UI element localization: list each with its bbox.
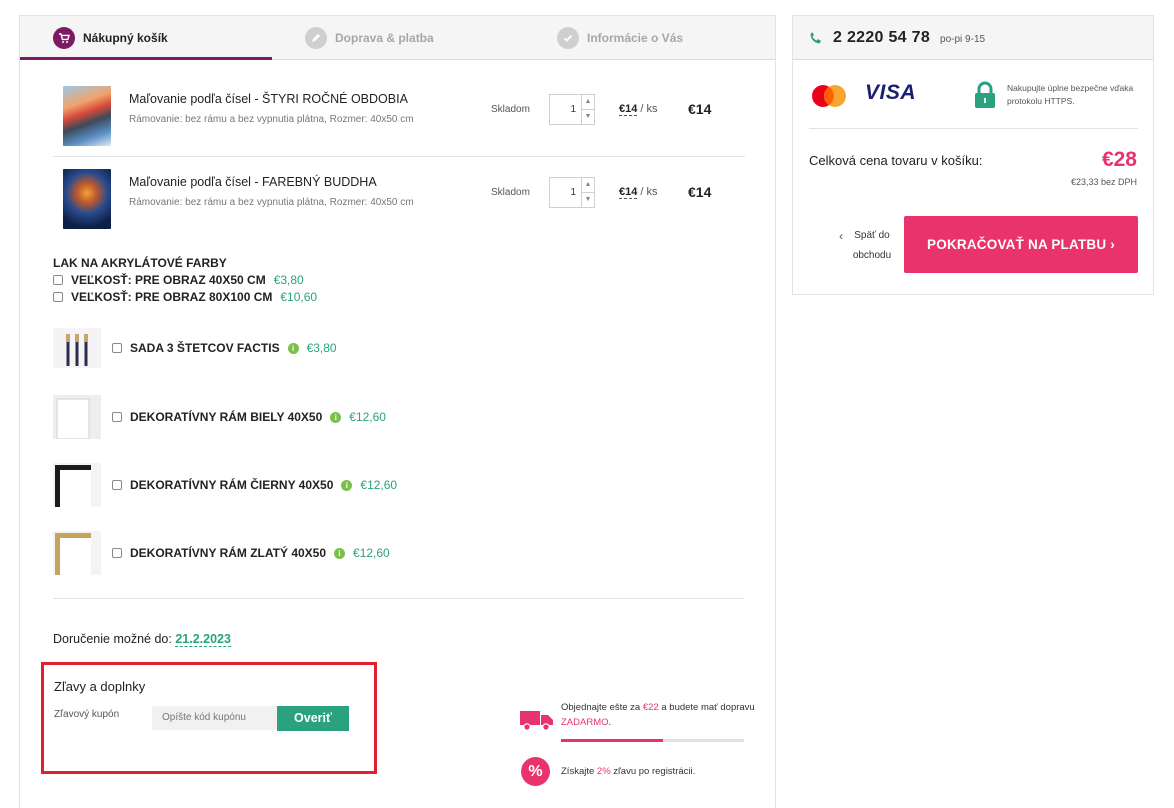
- pencil-icon: [305, 27, 327, 49]
- product-options: Rámovanie: bez rámu a bez vypnutia plátn…: [129, 114, 414, 125]
- checkbox[interactable]: [112, 480, 122, 490]
- discount-section: Zľavy a doplnky Zľavový kupón Opíšte kód…: [41, 662, 377, 774]
- percent-icon: %: [521, 757, 550, 786]
- free-shipping-progress: [561, 739, 744, 742]
- truck-icon: [520, 709, 554, 731]
- addon-item: DEKORATÍVNY RÁM BIELY 40X50 i €12,60: [53, 392, 553, 442]
- quantity-stepper[interactable]: 1 ▲ ▼: [549, 94, 595, 125]
- step-customer-info[interactable]: Informácie o Vás: [557, 16, 683, 60]
- white-frame-thumbnail: [53, 395, 101, 440]
- cart-icon: [53, 27, 75, 49]
- addon-label: SADA 3 ŠTETCOV FACTIS: [130, 341, 280, 355]
- option-price: €10,60: [280, 290, 318, 304]
- chevron-right-icon: ›: [1110, 237, 1115, 252]
- delivery-date[interactable]: 21.2.2023: [175, 632, 231, 647]
- discount-title: Zľavy a doplnky: [54, 679, 146, 694]
- cart-item: Maľovanie podľa čísel - FAREBNÝ BUDDHA R…: [53, 158, 745, 240]
- product-options: Rámovanie: bez rámu a bez vypnutia plátn…: [129, 197, 414, 208]
- black-frame-thumbnail: [53, 463, 101, 507]
- info-icon[interactable]: i: [287, 342, 299, 354]
- free-shipping-message: Objednajte ešte za €22 a budete mať dopr…: [561, 702, 755, 728]
- quantity-input[interactable]: 1: [550, 95, 581, 124]
- phone-icon: [809, 31, 823, 45]
- tree-painting-thumbnail[interactable]: [63, 86, 111, 146]
- continue-to-payment-button[interactable]: POKRAČOVAŤ NA PLATBU ›: [904, 216, 1138, 273]
- registration-discount-message: Získajte 2% zľavu po registrácii.: [561, 766, 696, 777]
- line-total: €14: [688, 184, 712, 200]
- phone-number[interactable]: 2 2220 54 78: [833, 29, 930, 47]
- unit-price: €14 / ks: [619, 186, 658, 199]
- step-shipping-payment[interactable]: Doprava & platba: [305, 16, 434, 60]
- addon-label: DEKORATÍVNY RÁM ZLATÝ 40X50: [130, 546, 327, 560]
- chevron-down-icon[interactable]: ▼: [582, 192, 594, 207]
- chevron-up-icon[interactable]: ▲: [582, 178, 594, 192]
- addon-label: DEKORATÍVNY RÁM ČIERNY 40X50: [130, 478, 334, 492]
- product-name[interactable]: Maľovanie podľa čísel - ŠTYRI ROČNÉ OBDO…: [129, 92, 408, 106]
- coupon-label: Zľavový kupón: [54, 709, 120, 720]
- delivery-estimate: Doručenie možné do: 21.2.2023: [53, 632, 231, 647]
- line-total: €14: [688, 101, 712, 117]
- cart-item: Maľovanie podľa čísel - ŠTYRI ROČNÉ OBDO…: [53, 75, 745, 157]
- addon-item: DEKORATÍVNY RÁM ČIERNY 40X50 i €12,60: [53, 460, 553, 510]
- divider: [53, 598, 744, 599]
- checkbox[interactable]: [53, 275, 63, 285]
- addon-price: €12,60: [360, 478, 398, 492]
- coupon-input[interactable]: Opíšte kód kupónu: [152, 706, 277, 730]
- option-price: €3,80: [273, 273, 304, 287]
- step-label: Informácie o Vás: [587, 31, 684, 45]
- info-icon[interactable]: i: [341, 479, 353, 491]
- stock-status: Skladom: [491, 104, 530, 115]
- brushes-thumbnail: [53, 328, 101, 368]
- total-price: €28: [1101, 148, 1137, 171]
- contact-bar: 2 2220 54 78 po-pi 9-15: [793, 16, 1153, 60]
- check-icon: [557, 27, 579, 49]
- varnish-option[interactable]: VEĽKOSŤ: PRE OBRAZ 80X100 CM €10,60: [53, 290, 317, 304]
- step-cart[interactable]: Nákupný košík: [53, 16, 168, 60]
- quantity-input[interactable]: 1: [550, 178, 581, 207]
- checkbox[interactable]: [112, 412, 122, 422]
- divider: [809, 128, 1138, 129]
- addon-price: €3,80: [306, 341, 337, 355]
- step-label: Doprava & platba: [335, 31, 434, 45]
- back-to-shop-link[interactable]: Späť do obchodu: [837, 226, 907, 266]
- verify-coupon-button[interactable]: Overiť: [277, 706, 349, 731]
- quantity-stepper[interactable]: 1 ▲ ▼: [549, 177, 595, 208]
- addon-label: DEKORATÍVNY RÁM BIELY 40X50: [130, 410, 323, 424]
- addon-price: €12,60: [353, 546, 390, 560]
- addon-item: DEKORATÍVNY RÁM ZLATÝ 40X50 i €12,60: [53, 528, 553, 578]
- order-summary-panel: 2 2220 54 78 po-pi 9-15 VISA Nakupujte ú…: [792, 15, 1154, 295]
- chevron-up-icon[interactable]: ▲: [582, 95, 594, 109]
- stock-status: Skladom: [491, 187, 530, 198]
- info-icon[interactable]: i: [334, 547, 346, 559]
- varnish-option[interactable]: VEĽKOSŤ: PRE OBRAZ 40X50 CM €3,80: [53, 273, 304, 287]
- active-step-underline: [20, 57, 272, 60]
- gold-frame-thumbnail: [53, 531, 101, 575]
- addon-price: €12,60: [349, 410, 386, 424]
- lock-icon: [973, 81, 997, 109]
- opening-hours: po-pi 9-15: [940, 33, 986, 45]
- checkbox[interactable]: [112, 548, 122, 558]
- total-label: Celková cena tovaru v košíku:: [809, 153, 983, 168]
- buddha-painting-thumbnail[interactable]: [63, 169, 111, 229]
- cart-panel: Nákupný košík Doprava & platba Informáci…: [19, 15, 776, 808]
- product-name[interactable]: Maľovanie podľa čísel - FAREBNÝ BUDDHA: [129, 175, 377, 189]
- mastercard-icon: [810, 84, 848, 108]
- checkout-steps: Nákupný košík Doprava & platba Informáci…: [20, 16, 775, 60]
- secure-shopping-note: Nakupujte úplne bezpečne vďaka protokolu…: [1007, 83, 1134, 106]
- unit-price: €14 / ks: [619, 103, 658, 116]
- visa-logo: VISA: [865, 81, 917, 104]
- checkbox[interactable]: [53, 292, 63, 302]
- chevron-down-icon[interactable]: ▼: [582, 109, 594, 124]
- checkbox[interactable]: [112, 343, 122, 353]
- free-shipping-progress-fill: [561, 739, 664, 742]
- total-without-vat: €23,33 bez DPH: [1070, 177, 1137, 187]
- addon-item: SADA 3 ŠTETCOV FACTIS i €3,80: [53, 323, 553, 373]
- varnish-section-title: LAK NA AKRYLÁTOVÉ FARBY: [53, 256, 227, 270]
- step-label: Nákupný košík: [83, 31, 168, 45]
- info-icon[interactable]: i: [330, 411, 342, 423]
